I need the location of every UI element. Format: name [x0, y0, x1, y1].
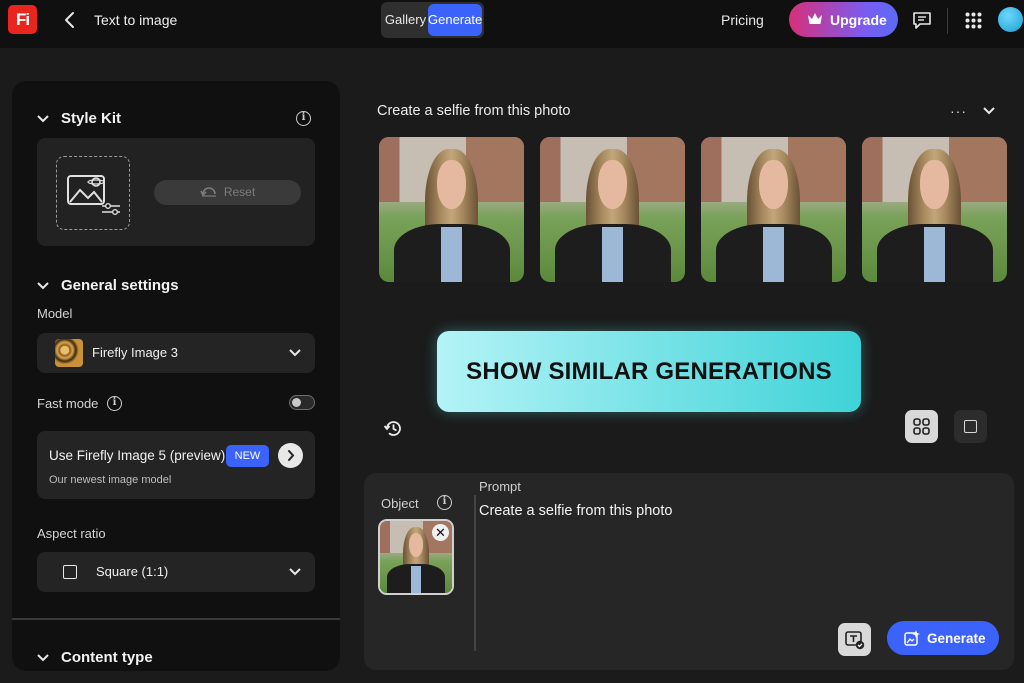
prompt-divider [474, 495, 476, 651]
model-select[interactable]: Firefly Image 3 [37, 333, 315, 373]
grid-view-button[interactable] [905, 410, 938, 443]
chevron-down-icon [37, 115, 49, 123]
upgrade-label: Upgrade [830, 12, 887, 28]
style-kit-box: Reset [37, 138, 315, 246]
top-bar: Fi Text to image Gallery Generate Pricin… [0, 0, 1024, 48]
model-promo-card[interactable]: Use Firefly Image 5 (preview) NEW Our ne… [37, 431, 315, 499]
portrait-photo [701, 137, 846, 282]
upgrade-button[interactable]: Upgrade [789, 2, 898, 37]
aspect-ratio-select[interactable]: Square (1:1) [37, 552, 315, 592]
feedback-icon[interactable] [912, 10, 932, 30]
mode-switcher: Gallery Generate [381, 2, 484, 38]
info-icon[interactable]: i [437, 495, 452, 510]
portrait-photo [379, 137, 524, 282]
prompt-label: Prompt [479, 479, 521, 494]
model-value: Firefly Image 3 [92, 345, 178, 360]
general-settings-header[interactable]: General settings [37, 277, 179, 294]
promo-subtitle: Our newest image model [49, 474, 172, 486]
fast-mode-toggle[interactable] [289, 395, 315, 410]
fast-mode-label: Fast mode [37, 396, 99, 411]
tab-gallery[interactable]: Gallery [383, 4, 428, 36]
style-kit-heading: Style Kit [61, 110, 122, 127]
promo-title: Use Firefly Image 5 (preview) [49, 448, 226, 463]
info-icon[interactable]: i [296, 111, 311, 126]
object-label: Object [381, 496, 419, 511]
content-type-header[interactable]: Content type [37, 649, 153, 666]
new-badge: NEW [226, 445, 269, 467]
single-view-icon [964, 420, 977, 433]
firefly-app: Fi Text to image Gallery Generate Pricin… [0, 0, 1024, 683]
generation-title: Create a selfie from this photo [377, 103, 571, 119]
info-icon[interactable]: i [107, 396, 122, 411]
settings-panel: Style Kit i Reset General settings Model… [12, 81, 340, 671]
prompt-panel: Object i ✕ Prompt Create a selfie from t… [364, 473, 1014, 670]
chevron-down-icon [37, 282, 49, 290]
single-view-button[interactable] [954, 410, 987, 443]
generated-image-2[interactable] [540, 137, 685, 282]
remove-object-button[interactable]: ✕ [432, 524, 449, 541]
prompt-input[interactable]: Create a selfie from this photo [479, 503, 999, 519]
portrait-photo [862, 137, 1007, 282]
apps-grid-icon[interactable] [965, 12, 982, 29]
crown-icon [808, 13, 822, 24]
content-type-heading: Content type [61, 649, 153, 666]
generate-button[interactable]: Generate [887, 621, 999, 655]
general-settings-heading: General settings [61, 277, 179, 294]
model-thumbnail [55, 339, 83, 367]
portrait-photo [540, 137, 685, 282]
reset-label: Reset [223, 185, 256, 199]
square-icon [63, 565, 77, 579]
aspect-ratio-label: Aspect ratio [37, 526, 106, 541]
history-icon[interactable] [383, 418, 404, 439]
panel-divider [12, 618, 340, 620]
topbar-divider [947, 8, 948, 34]
object-reference-image[interactable]: ✕ [378, 519, 454, 595]
generated-image-3[interactable] [701, 137, 846, 282]
user-avatar[interactable] [998, 7, 1023, 32]
generated-image-4[interactable] [862, 137, 1007, 282]
text-check-icon [845, 631, 865, 650]
chevron-down-icon [289, 568, 301, 576]
grid-view-icon [913, 418, 930, 435]
generated-image-1[interactable] [379, 137, 524, 282]
toggle-knob [292, 398, 301, 407]
style-kit-upload[interactable] [56, 156, 130, 230]
page-title: Text to image [94, 12, 178, 28]
prompt-suggestions-button[interactable] [838, 623, 871, 656]
show-similar-generations-button[interactable]: SHOW SIMILAR GENERATIONS [437, 331, 861, 412]
more-options-icon[interactable]: ··· [950, 103, 967, 119]
chevron-down-icon[interactable] [983, 106, 995, 116]
model-label: Model [37, 306, 73, 321]
tab-generate[interactable]: Generate [428, 4, 482, 36]
chevron-right-icon [288, 450, 295, 461]
firefly-logo[interactable]: Fi [8, 5, 37, 34]
image-settings-icon [67, 175, 120, 216]
chevron-down-icon [37, 654, 49, 662]
promo-arrow-button[interactable] [278, 443, 303, 468]
pricing-link[interactable]: Pricing [721, 12, 764, 28]
sparkle-image-icon [904, 630, 920, 646]
reset-button[interactable]: Reset [154, 180, 301, 205]
generate-label: Generate [927, 631, 986, 646]
chevron-down-icon [289, 349, 301, 357]
undo-icon [200, 187, 216, 197]
aspect-ratio-value: Square (1:1) [96, 564, 169, 579]
style-kit-header[interactable]: Style Kit [37, 110, 121, 127]
back-arrow-icon[interactable] [62, 10, 78, 30]
